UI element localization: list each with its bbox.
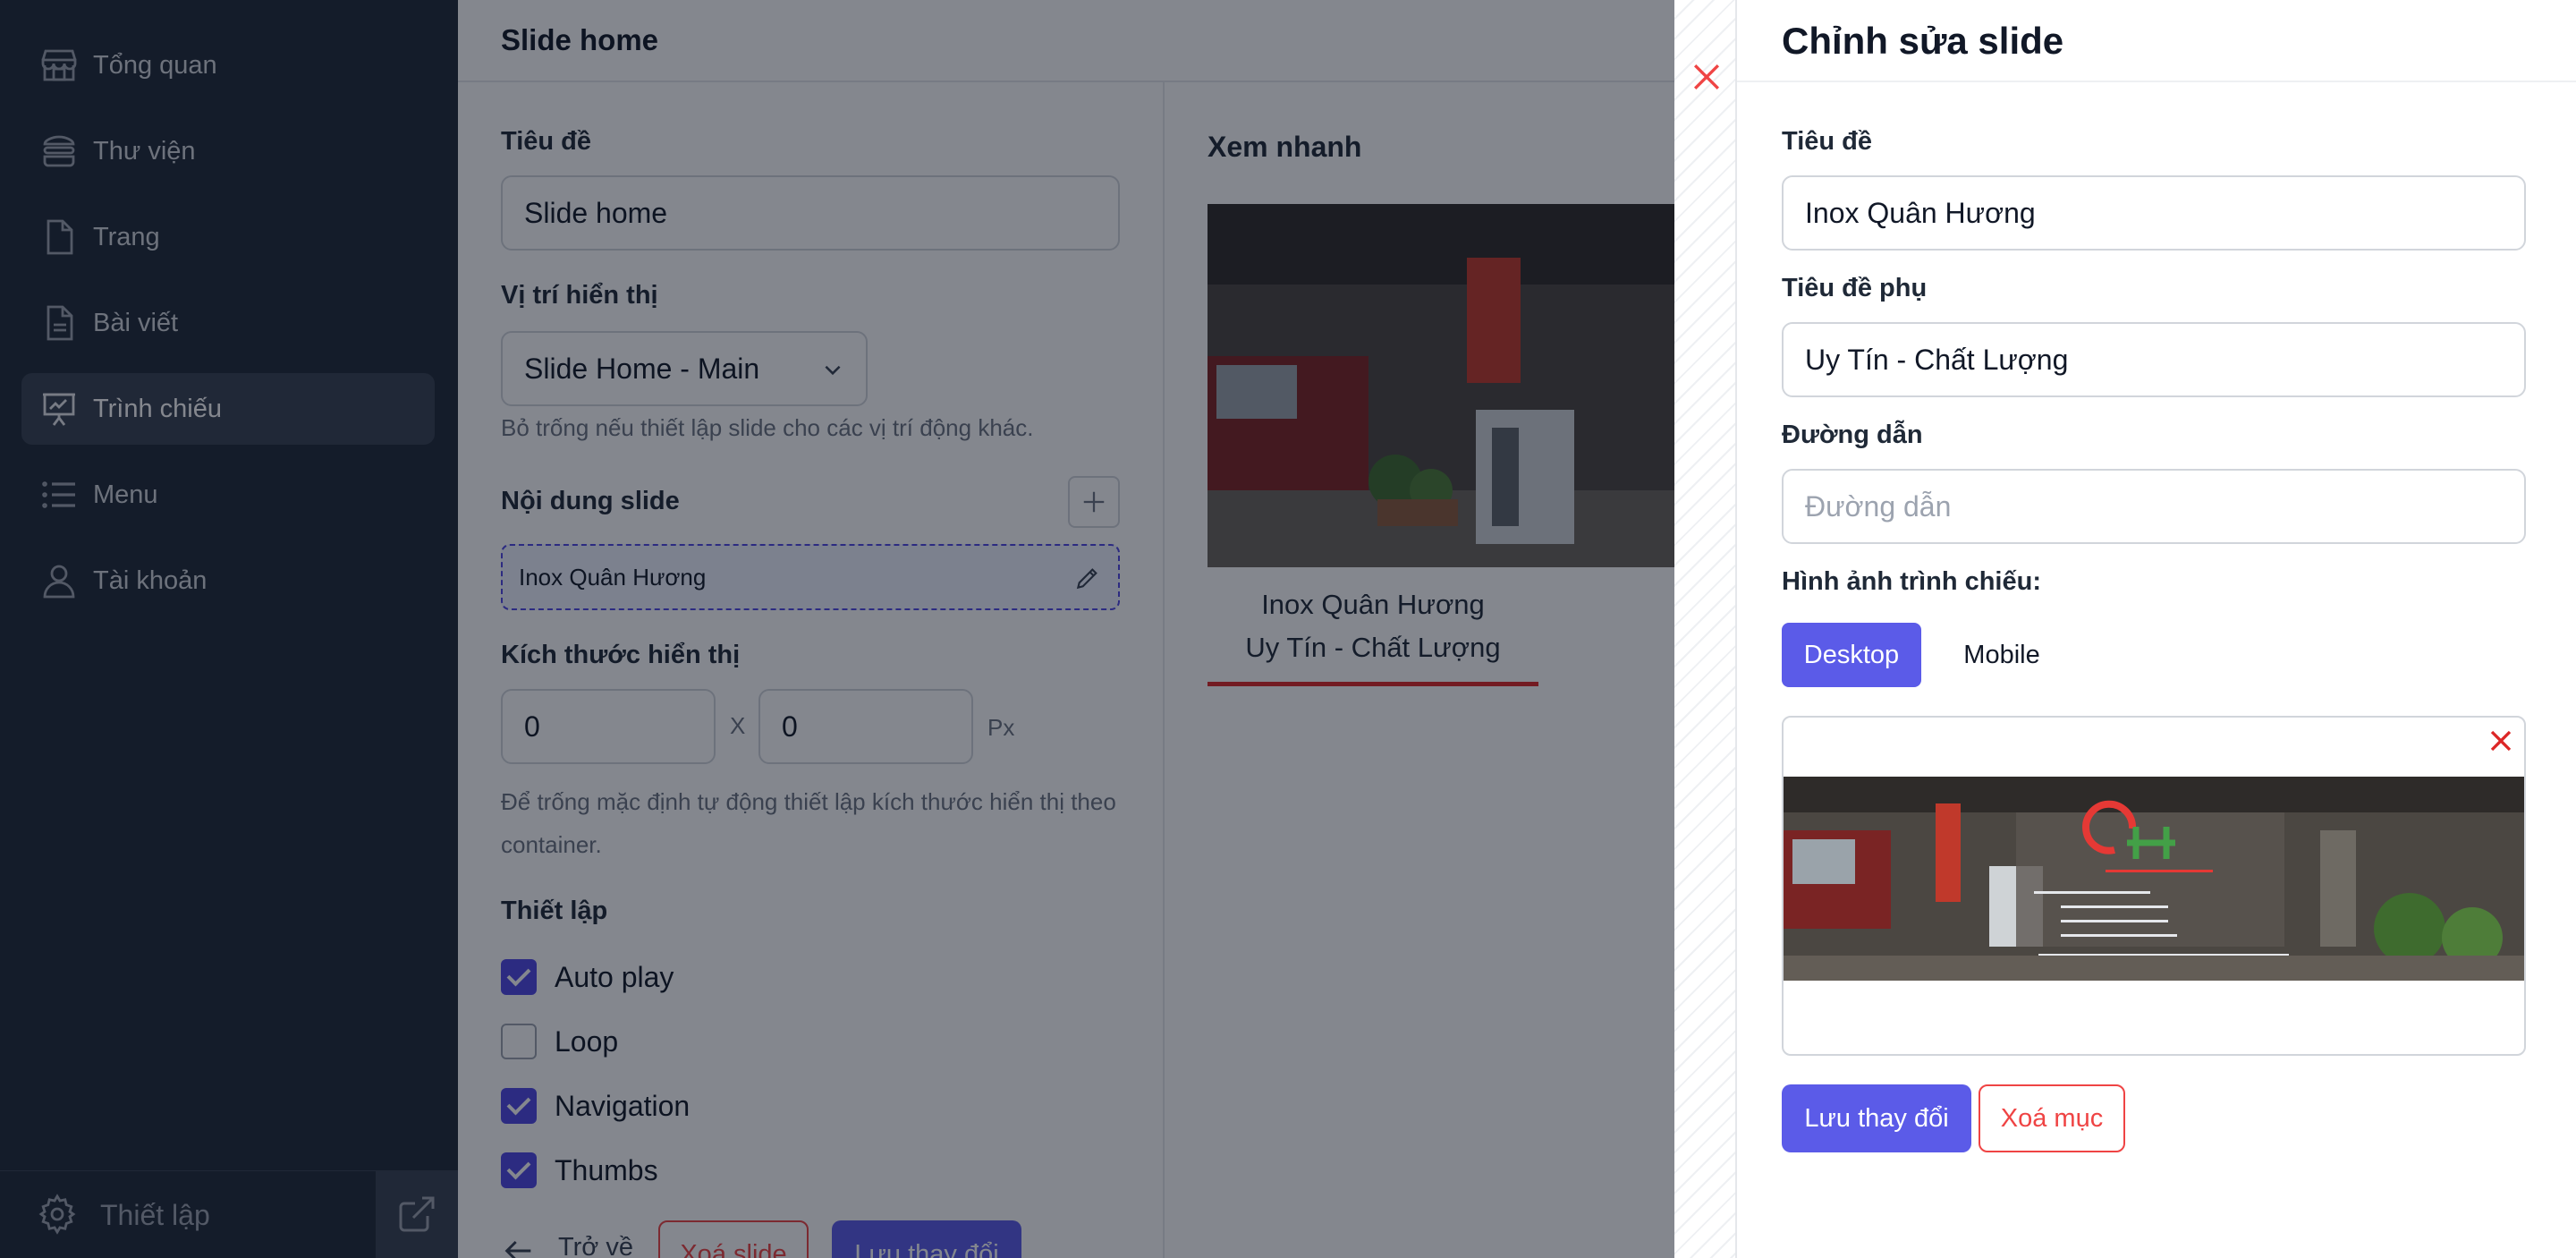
slide-image <box>1784 777 2524 981</box>
drawer-title-label: Tiêu đề <box>1782 127 1872 156</box>
tab-mobile[interactable]: Mobile <box>1939 623 2064 687</box>
divider <box>1737 81 2576 82</box>
drawer-link-field[interactable]: Đường dẫn <box>1782 469 2526 544</box>
edit-slide-drawer: Chỉnh sửa slide Tiêu đề Inox Quân Hương … <box>1674 0 2576 1258</box>
drawer-title: Chỉnh sửa slide <box>1782 20 2064 62</box>
drawer-subtitle-field[interactable]: Uy Tín - Chất Lượng <box>1782 322 2526 397</box>
drawer-title-field[interactable]: Inox Quân Hương <box>1782 175 2526 251</box>
delete-item-button[interactable]: Xoá mục <box>1979 1084 2125 1152</box>
drawer-link-label: Đường dẫn <box>1782 421 1923 449</box>
drawer-subtitle-label: Tiêu đề phụ <box>1782 274 1928 302</box>
slide-image-box <box>1782 716 2526 1056</box>
drawer-gutter <box>1674 0 1737 1258</box>
save-item-button[interactable]: Lưu thay đổi <box>1782 1084 1971 1152</box>
remove-image-icon[interactable] <box>2483 723 2519 759</box>
drawer-image-label: Hình ảnh trình chiếu: <box>1782 567 2041 596</box>
close-icon[interactable] <box>1687 57 1726 97</box>
modal-backdrop[interactable] <box>0 0 1674 1258</box>
tab-desktop[interactable]: Desktop <box>1782 623 1921 687</box>
